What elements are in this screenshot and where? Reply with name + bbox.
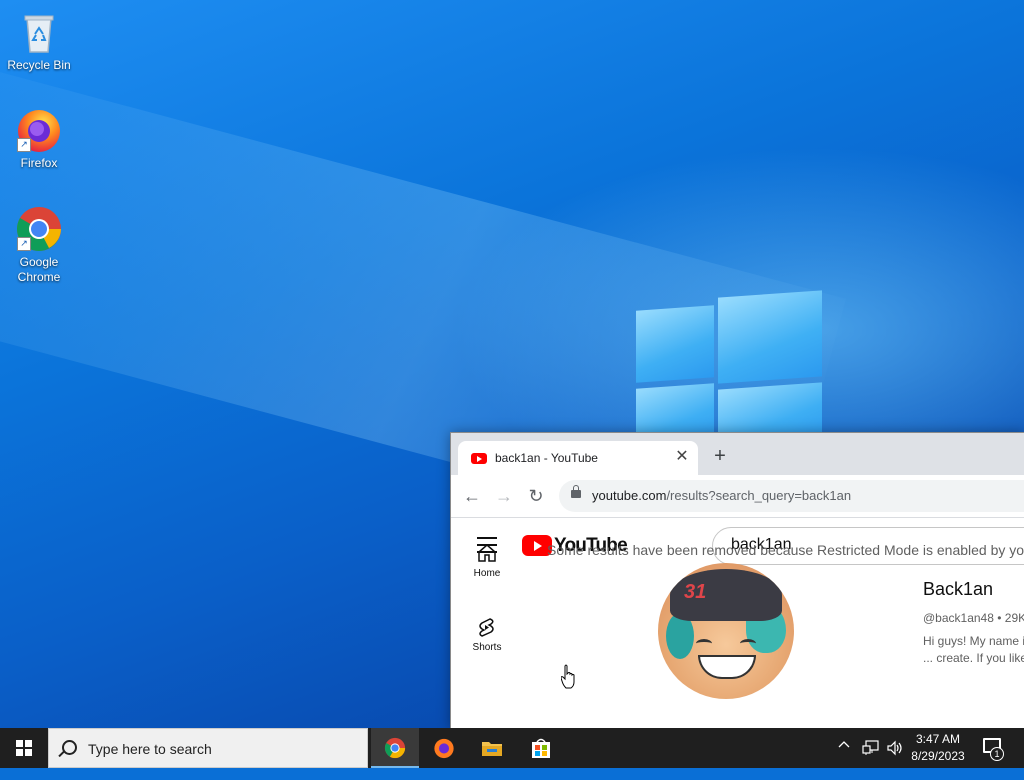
taskbar: Type here to search 3:47 AM 8/29/2023 1 — [0, 728, 1024, 768]
back-button[interactable]: ← — [460, 484, 484, 508]
google-chrome-desktop-icon[interactable]: ↗ Google Chrome — [1, 205, 77, 285]
forward-button[interactable]: → — [492, 484, 516, 508]
start-button[interactable] — [0, 728, 48, 768]
volume-icon[interactable] — [886, 740, 904, 780]
taskbar-search-placeholder: Type here to search — [88, 741, 212, 757]
taskbar-store[interactable] — [517, 728, 565, 768]
tab-strip: back1an - YouTube ✕ + — [451, 433, 1024, 475]
tab-title: back1an - YouTube — [495, 451, 598, 465]
new-tab-button[interactable]: + — [709, 445, 731, 467]
taskbar-chrome[interactable] — [371, 728, 419, 768]
firefox-desktop-icon[interactable]: ↗ Firefox — [1, 106, 77, 171]
folder-icon — [482, 742, 502, 756]
youtube-favicon-icon — [471, 453, 487, 464]
taskbar-file-explorer[interactable] — [468, 728, 516, 768]
channel-name[interactable]: Back1an — [923, 579, 993, 600]
windows-logo-wallpaper — [636, 290, 826, 450]
notification-count-badge: 1 — [990, 747, 1004, 761]
google-chrome-label: Google Chrome — [17, 255, 61, 284]
firefox-label: Firefox — [20, 156, 58, 170]
recycle-bin-desktop-icon[interactable]: Recycle Bin — [1, 8, 77, 73]
recycle-bin-label: Recycle Bin — [7, 58, 71, 72]
guide-shorts-label: Shorts — [472, 642, 502, 653]
url-path: /results?search_query=back1an — [666, 488, 852, 503]
channel-avatar[interactable]: 31 — [658, 563, 794, 699]
chrome-icon — [384, 737, 406, 759]
clock-time: 3:47 AM — [915, 732, 961, 746]
windows-start-icon — [16, 740, 32, 756]
search-icon — [62, 740, 77, 755]
firefox-icon — [434, 738, 454, 759]
hand-cursor-icon — [561, 664, 575, 689]
browser-toolbar: ← → ↻ youtube.com/results?search_query=b… — [451, 475, 1024, 518]
recycle-bin-icon — [15, 8, 63, 56]
store-icon — [532, 738, 550, 758]
firefox-icon: ↗ — [15, 106, 63, 154]
tab-youtube[interactable]: back1an - YouTube ✕ — [458, 441, 698, 475]
reload-button[interactable]: ↻ — [524, 484, 548, 508]
clock-date: 8/29/2023 — [911, 749, 965, 763]
home-icon — [476, 542, 498, 564]
channel-description: Hi guys! My name is ... create. If you l… — [923, 634, 1024, 665]
tray-chevron-icon[interactable] — [838, 739, 850, 779]
address-bar[interactable]: youtube.com/results?search_query=back1an — [559, 480, 1024, 512]
taskbar-search-box[interactable]: Type here to search — [48, 728, 368, 768]
url-text[interactable]: youtube.com/results?search_query=back1an — [592, 488, 851, 503]
shorts-icon — [476, 616, 498, 638]
restricted-mode-notice: Some results have been removed because R… — [547, 542, 1024, 558]
avatar-number: 31 — [684, 581, 707, 603]
youtube-page: YouTube Home Shorts Some results have be… — [451, 518, 1024, 728]
guide-item-home[interactable]: Home — [465, 542, 509, 579]
url-host: youtube.com — [592, 488, 667, 503]
taskbar-clock[interactable]: 3:47 AM 8/29/2023 — [905, 731, 971, 765]
network-icon[interactable] — [862, 740, 880, 780]
tab-close-icon[interactable]: ✕ — [673, 448, 691, 466]
guide-home-label: Home — [473, 568, 501, 579]
desktop: Recycle Bin ↗ Firefox ↗ Google Chrome ba… — [0, 0, 1024, 728]
chrome-window: back1an - YouTube ✕ + ← → ↻ youtube.com/… — [450, 432, 1024, 728]
lock-icon[interactable] — [571, 485, 581, 498]
channel-meta: @back1an48 • 29K — [923, 611, 1024, 625]
chrome-icon: ↗ — [15, 205, 63, 253]
taskbar-firefox[interactable] — [420, 728, 468, 768]
guide-item-shorts[interactable]: Shorts — [465, 616, 509, 653]
